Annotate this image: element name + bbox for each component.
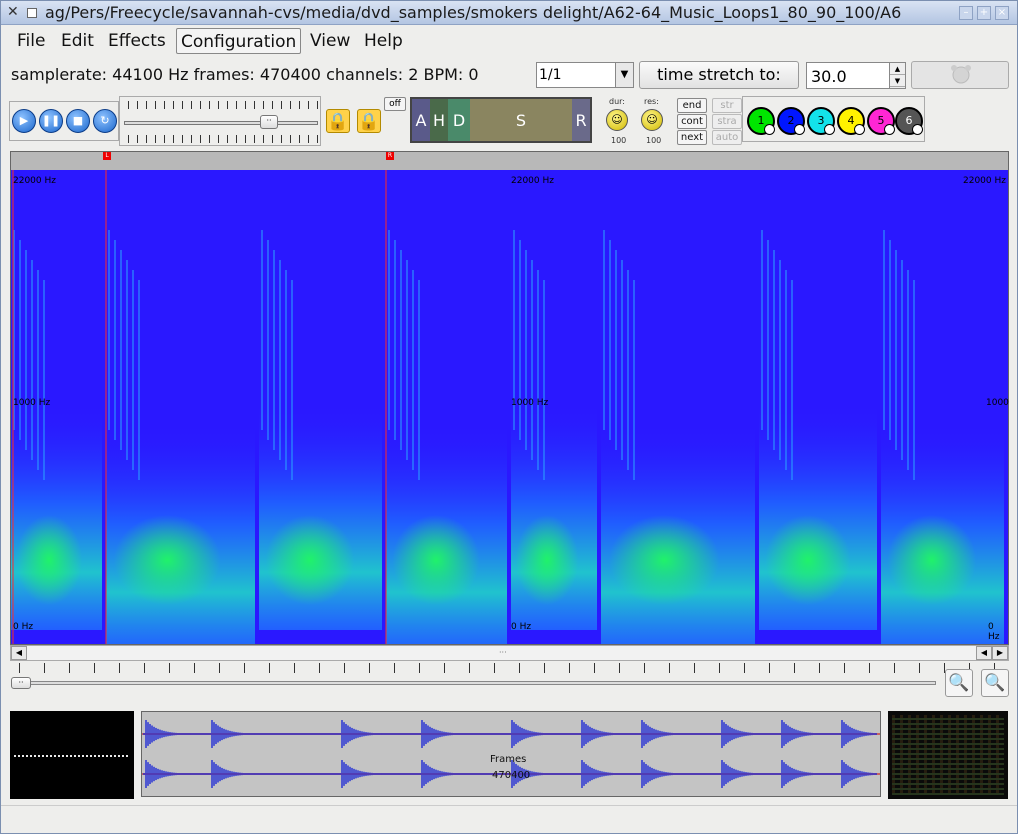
- alarm-button[interactable]: [911, 61, 1009, 89]
- spectrogram-panel[interactable]: L R 22000 Hz 22000 Hz 22000 Hz 1000 Hz 1…: [10, 151, 1009, 645]
- ratio-value: 1/1: [539, 67, 562, 83]
- pause-icon: ❚❚: [41, 114, 61, 127]
- dropdown-arrow-icon[interactable]: ▼: [615, 63, 633, 87]
- adsr-sustain[interactable]: S: [470, 99, 572, 141]
- control-row: ▶ ❚❚ ■ ↻ ·· 🔒 🔒 off A H D S R dur: ☺ 100…: [1, 93, 1017, 149]
- zoom-slider[interactable]: ··: [11, 677, 936, 689]
- next-button[interactable]: next: [677, 130, 707, 145]
- freq-label-mid: 1000: [986, 398, 1009, 408]
- menu-configuration[interactable]: Configuration: [176, 28, 302, 54]
- waveform-overview[interactable]: Frames 470400: [141, 711, 881, 797]
- dur-value: 100: [611, 136, 627, 145]
- scroll-left-icon[interactable]: ◀: [11, 646, 27, 660]
- pause-button[interactable]: ❚❚: [39, 109, 63, 133]
- res-label: res:: [644, 97, 659, 106]
- freq-label-mid: 1000 Hz: [13, 398, 51, 408]
- title-bar: ✕ ag/Pers/Freecycle/savannah-cvs/media/d…: [1, 1, 1017, 25]
- freq-label-bottom: 0 Hz: [511, 622, 532, 632]
- channel-5-button[interactable]: 5: [867, 107, 895, 135]
- menu-help[interactable]: Help: [360, 28, 407, 54]
- app-icon[interactable]: ✕: [7, 5, 22, 20]
- freq-label-bottom: 0 Hz: [988, 622, 1000, 642]
- ratio-select[interactable]: 1/1 ▼: [536, 62, 634, 88]
- menu-effects[interactable]: Effects: [104, 28, 170, 54]
- info-row: samplerate: 44100 Hz frames: 470400 chan…: [1, 59, 1017, 91]
- end-button[interactable]: end: [677, 98, 707, 113]
- str-button[interactable]: str: [712, 98, 742, 113]
- minimize-icon[interactable]: –: [959, 6, 973, 20]
- stra-button[interactable]: stra: [712, 114, 742, 129]
- auto-button[interactable]: auto: [712, 130, 742, 145]
- freq-label-bottom: 0 Hz: [13, 622, 34, 632]
- frames-count: 470400: [492, 770, 531, 781]
- stretch-spinner[interactable]: ▲ ▼: [889, 63, 905, 88]
- volume-slider-box: ··: [119, 96, 321, 146]
- volume-slider-handle[interactable]: ··: [260, 115, 278, 129]
- sample-info: samplerate: 44100 Hz frames: 470400 chan…: [11, 65, 479, 84]
- adsr-release[interactable]: R: [572, 99, 590, 141]
- channel-1-button[interactable]: 1: [747, 107, 775, 135]
- level-meter: [888, 711, 1008, 799]
- stop-button[interactable]: ■: [66, 109, 90, 133]
- off-button[interactable]: off: [384, 97, 406, 111]
- spectrogram-canvas[interactable]: [11, 170, 1008, 644]
- maximize-icon[interactable]: +: [977, 6, 991, 20]
- window-title: ag/Pers/Freecycle/savannah-cvs/media/dvd…: [45, 3, 902, 22]
- zoom-1to1-icon[interactable]: 🔍: [981, 669, 1009, 697]
- channel-6-button[interactable]: 6: [895, 107, 923, 135]
- res-knob[interactable]: ☺: [641, 109, 663, 131]
- play-button[interactable]: ▶: [12, 109, 36, 133]
- time-stretch-button[interactable]: time stretch to:: [639, 61, 799, 89]
- adsr-hold[interactable]: H: [430, 99, 448, 141]
- adsr-envelope[interactable]: A H D S R: [410, 97, 592, 143]
- freq-label-mid: 1000 Hz: [511, 398, 549, 408]
- cont-button[interactable]: cont: [677, 114, 707, 129]
- marker-left[interactable]: L: [103, 152, 111, 160]
- dur-label: dur:: [609, 97, 625, 106]
- lock-icon[interactable]: 🔒: [357, 109, 381, 133]
- application-window: ✕ ag/Pers/Freecycle/savannah-cvs/media/d…: [0, 0, 1018, 834]
- slider-ticks-top: [128, 101, 318, 109]
- stretch-input[interactable]: 30.0 ▲ ▼: [806, 62, 906, 89]
- dur-knob[interactable]: ☺: [606, 109, 628, 131]
- volume-slider[interactable]: [124, 121, 318, 125]
- close-icon[interactable]: ×: [995, 6, 1009, 20]
- zoom-fit-icon[interactable]: 🔍: [945, 669, 973, 697]
- menu-view[interactable]: View: [306, 28, 354, 54]
- alarm-clock-icon: [951, 65, 971, 84]
- channel-selector: 1 2 3 4 5 6: [742, 96, 925, 142]
- freq-label-top: 22000 Hz: [13, 176, 56, 186]
- horizontal-scrollbar[interactable]: ◀ ··· ◀ ▶: [10, 645, 1009, 661]
- channel-4-button[interactable]: 4: [837, 107, 865, 135]
- window-menu-icon[interactable]: [27, 8, 37, 18]
- channel-2-button[interactable]: 2: [777, 107, 805, 135]
- freq-label-top: 22000 Hz: [511, 176, 554, 186]
- marker-ruler[interactable]: L R: [11, 152, 1008, 170]
- scroll-grip[interactable]: ···: [499, 648, 507, 657]
- lock-icon[interactable]: 🔒: [326, 109, 350, 133]
- spin-down-icon[interactable]: ▼: [890, 75, 905, 87]
- marker-right[interactable]: R: [386, 152, 394, 160]
- time-ruler: [19, 663, 1007, 673]
- adsr-decay[interactable]: D: [448, 99, 470, 141]
- freq-label-top: 22000 Hz: [963, 176, 1006, 186]
- scroll-right-icon[interactable]: ▶: [992, 646, 1008, 660]
- slider-ticks-bottom: [128, 135, 318, 143]
- loop-button[interactable]: ↻: [93, 109, 117, 133]
- stop-icon: ■: [72, 114, 84, 127]
- adsr-attack[interactable]: A: [412, 99, 430, 141]
- zoom-slider-handle[interactable]: ··: [11, 677, 31, 689]
- status-bar: [1, 805, 1017, 833]
- stretch-value: 30.0: [811, 67, 847, 86]
- oscilloscope: [10, 711, 134, 799]
- menu-file[interactable]: File: [13, 28, 49, 54]
- menu-edit[interactable]: Edit: [57, 28, 98, 54]
- frames-label: Frames: [490, 754, 527, 765]
- res-value: 100: [646, 136, 662, 145]
- spin-up-icon[interactable]: ▲: [890, 63, 905, 75]
- scroll-left-icon[interactable]: ◀: [976, 646, 992, 660]
- channel-3-button[interactable]: 3: [807, 107, 835, 135]
- loop-icon: ↻: [100, 114, 110, 127]
- play-icon: ▶: [19, 114, 29, 127]
